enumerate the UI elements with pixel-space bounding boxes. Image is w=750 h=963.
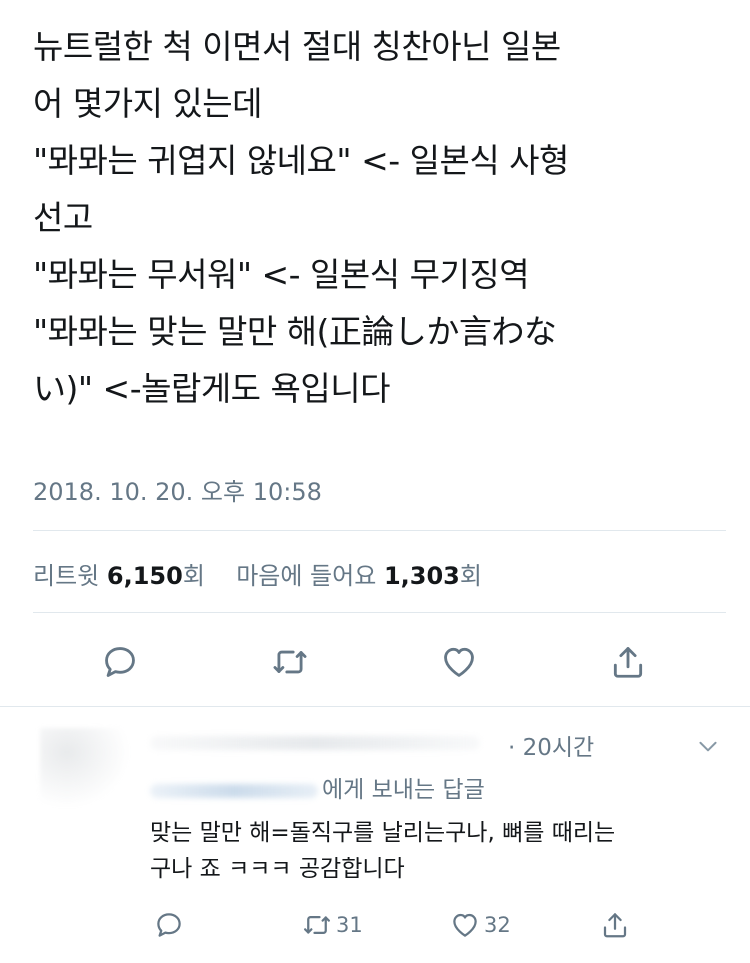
reply-to-label: 에게 보내는 답글 xyxy=(322,777,485,803)
reply-text-line: 구나 죠 ㅋㅋㅋ 공감합니다 xyxy=(150,856,405,882)
reply-icon xyxy=(105,647,135,677)
tweet-text-line: 어 몇가지 있는데 xyxy=(33,84,263,123)
reply-text-line: 맞는 말만 해=돌직구를 날리는구나, 뼈를 때리는 xyxy=(150,820,616,846)
tweet-text-line: "뫄뫄는 귀엽지 않네요" <- 일본식 사형 xyxy=(33,141,569,180)
reply-retweet-count: 31 xyxy=(336,913,363,937)
retweet-icon xyxy=(304,916,330,934)
tweet-text-line: "뫄뫄는 맞는 말만 해(正論しか言わな xyxy=(33,312,557,351)
divider xyxy=(33,612,726,613)
reply-time[interactable]: · 20시간 xyxy=(508,728,594,762)
reply-avatar[interactable] xyxy=(40,728,130,808)
like-label: 마음에 들어요 xyxy=(236,562,377,590)
reply-like-button[interactable]: 32 xyxy=(450,908,511,942)
reply-reply-button[interactable] xyxy=(154,908,188,942)
retweet-button[interactable] xyxy=(268,640,312,684)
divider xyxy=(33,530,726,531)
reply-header: · 20시간 xyxy=(150,728,630,761)
heart-icon xyxy=(444,647,474,677)
reply-text: 맞는 말만 해=돌직구를 날리는구나, 뼈를 때리는 구나 죠 ㅋㅋㅋ 공감합니… xyxy=(150,815,730,887)
tweet-text-line: "뫄뫄는 무서워" <- 일본식 무기징역 xyxy=(33,255,530,294)
share-icon xyxy=(603,913,627,938)
tweet-stats: 리트윗 6,150회 마음에 들어요 1,303회 xyxy=(33,556,482,591)
retweet-label: 리트윗 xyxy=(33,562,100,590)
reply-actions: 31 32 xyxy=(0,908,750,942)
tweet-text-line: 선고 xyxy=(33,198,93,237)
reply-to: 에게 보내는 답글 xyxy=(150,770,485,804)
share-button[interactable] xyxy=(606,640,650,684)
like-suffix: 회 xyxy=(459,562,482,590)
tweet-text-line: 뉴트럴한 척 이면서 절대 칭찬아닌 일본 xyxy=(33,27,561,66)
heart-icon xyxy=(453,913,477,937)
chevron-down-icon[interactable] xyxy=(695,733,721,759)
like-stat[interactable]: 마음에 들어요 1,303회 xyxy=(236,562,482,590)
retweet-icon xyxy=(273,650,307,674)
share-icon xyxy=(613,647,643,678)
tweet-timestamp[interactable]: 2018. 10. 20. 오후 10:58 xyxy=(33,472,322,507)
reply-icon xyxy=(157,913,181,937)
like-button[interactable] xyxy=(437,640,481,684)
reply-share-button[interactable] xyxy=(600,908,634,942)
tweet-actions xyxy=(0,640,750,684)
retweet-count: 6,150 xyxy=(106,562,183,590)
reply-retweet-button[interactable]: 31 xyxy=(302,908,363,942)
retweet-stat[interactable]: 리트윗 6,150회 xyxy=(33,562,213,590)
retweet-suffix: 회 xyxy=(182,562,205,590)
reply-author-name[interactable] xyxy=(150,736,480,750)
tweet-text-line: い)" <-놀랍게도 욕입니다 xyxy=(33,369,390,408)
like-count: 1,303 xyxy=(383,562,460,590)
reply-like-count: 32 xyxy=(484,913,511,937)
section-separator xyxy=(0,706,750,707)
reply-to-mention[interactable] xyxy=(150,783,318,798)
reply-button[interactable] xyxy=(98,640,142,684)
tweet-text: 뉴트럴한 척 이면서 절대 칭찬아닌 일본 어 몇가지 있는데 "뫄뫄는 귀엽지… xyxy=(33,18,723,417)
